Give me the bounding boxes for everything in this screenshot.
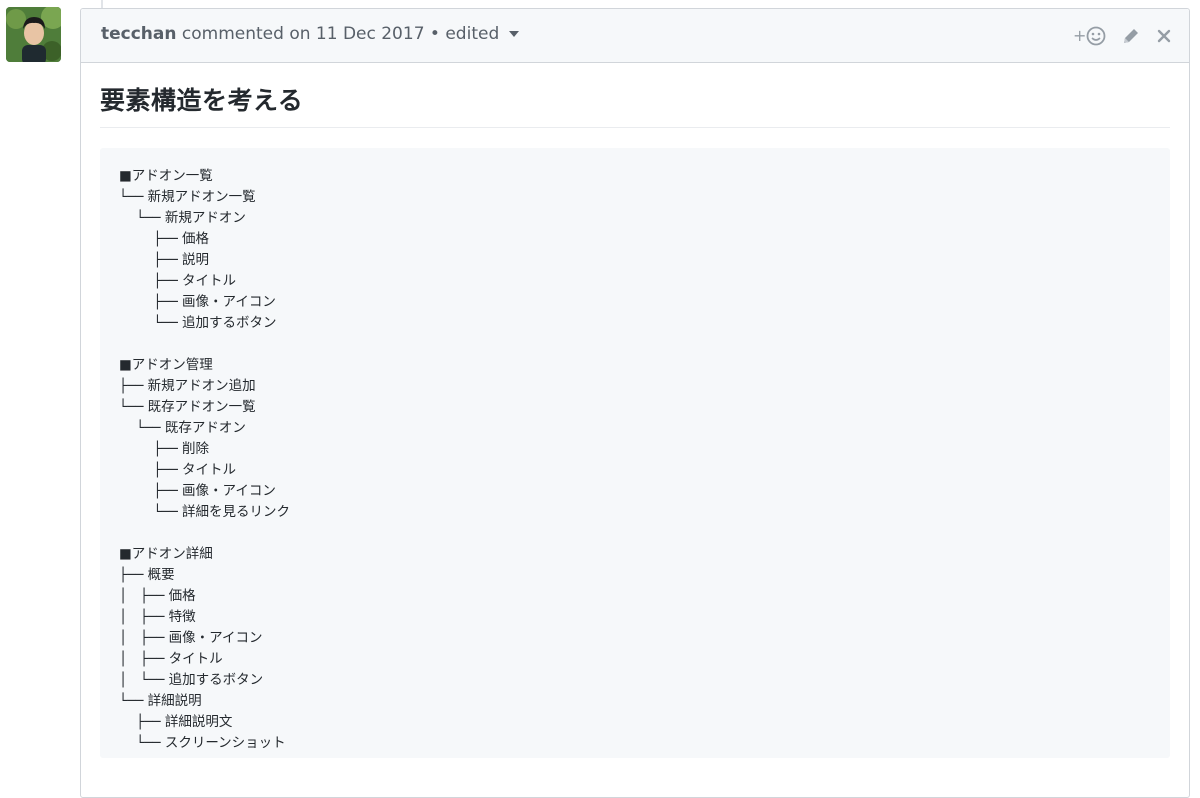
code-line: │ ├── 価格 — [119, 588, 196, 604]
code-line: ├── タイトル — [119, 462, 237, 478]
pencil-icon — [1124, 29, 1138, 43]
close-icon — [1157, 29, 1171, 43]
code-line: ■アドオン管理 — [119, 357, 213, 373]
comment-meta: tecchan commented on 11 Dec 2017 • edite… — [101, 24, 519, 44]
edited-dropdown-icon[interactable] — [508, 31, 519, 37]
svg-text:+: + — [1073, 26, 1086, 45]
avatar[interactable] — [6, 7, 61, 62]
code-line: ├── 画像・アイコン — [119, 483, 276, 499]
code-line: ■アドオン詳細 — [119, 546, 213, 562]
code-line: │ └── 追加するボタン — [119, 672, 264, 688]
comment-title: 要素構造を考える — [100, 81, 1170, 128]
code-line: ├── 新規アドオン追加 — [119, 378, 256, 394]
code-line: └── 新規アドオン — [119, 210, 246, 226]
code-line: │ ├── 特徴 — [119, 609, 196, 625]
comment-actions: + — [1073, 23, 1173, 49]
edit-button[interactable] — [1121, 23, 1141, 49]
code-line: └── 詳細説明 — [119, 693, 202, 709]
avatar-image — [6, 7, 61, 62]
code-line: └── スクリーンショット — [119, 735, 286, 751]
code-line: └── 追加するボタン — [119, 315, 277, 331]
add-reaction-button[interactable]: + — [1073, 23, 1107, 49]
code-block: ■アドオン一覧 └── 新規アドオン一覧 └── 新規アドオン ├── 価格 ├─… — [100, 148, 1170, 758]
code-line: └── 既存アドオン — [119, 420, 246, 436]
code-line: └── 詳細を見るリンク — [119, 504, 291, 520]
comment-body: 要素構造を考える ■アドオン一覧 └── 新規アドオン一覧 └── 新規アドオン … — [81, 63, 1189, 758]
add-reaction-icon: + — [1073, 26, 1106, 46]
code-line: └── 既存アドオン一覧 — [119, 399, 256, 415]
code-line: ├── 説明 — [119, 252, 210, 268]
code-line: ├── 価格 — [119, 231, 210, 247]
code-line: ├── 詳細説明文 — [119, 714, 233, 730]
code-line: ├── 削除 — [119, 441, 210, 457]
timeline-line — [101, 0, 103, 8]
code-line: ├── タイトル — [119, 273, 237, 289]
code-line: ├── 概要 — [119, 567, 175, 583]
close-button[interactable] — [1155, 23, 1173, 49]
code-line: ■アドオン一覧 — [119, 168, 213, 184]
code-line: │ ├── タイトル — [119, 651, 223, 667]
code-line: │ ├── 画像・アイコン — [119, 630, 263, 646]
author-link[interactable]: tecchan — [101, 24, 177, 44]
code-line: ├── 画像・アイコン — [119, 294, 276, 310]
comment-header: tecchan commented on 11 Dec 2017 • edite… — [81, 9, 1189, 63]
comment-meta-text[interactable]: commented on 11 Dec 2017 • edited — [182, 24, 499, 44]
comment-container: tecchan commented on 11 Dec 2017 • edite… — [80, 8, 1190, 798]
code-line: └── 新規アドオン一覧 — [119, 189, 256, 205]
